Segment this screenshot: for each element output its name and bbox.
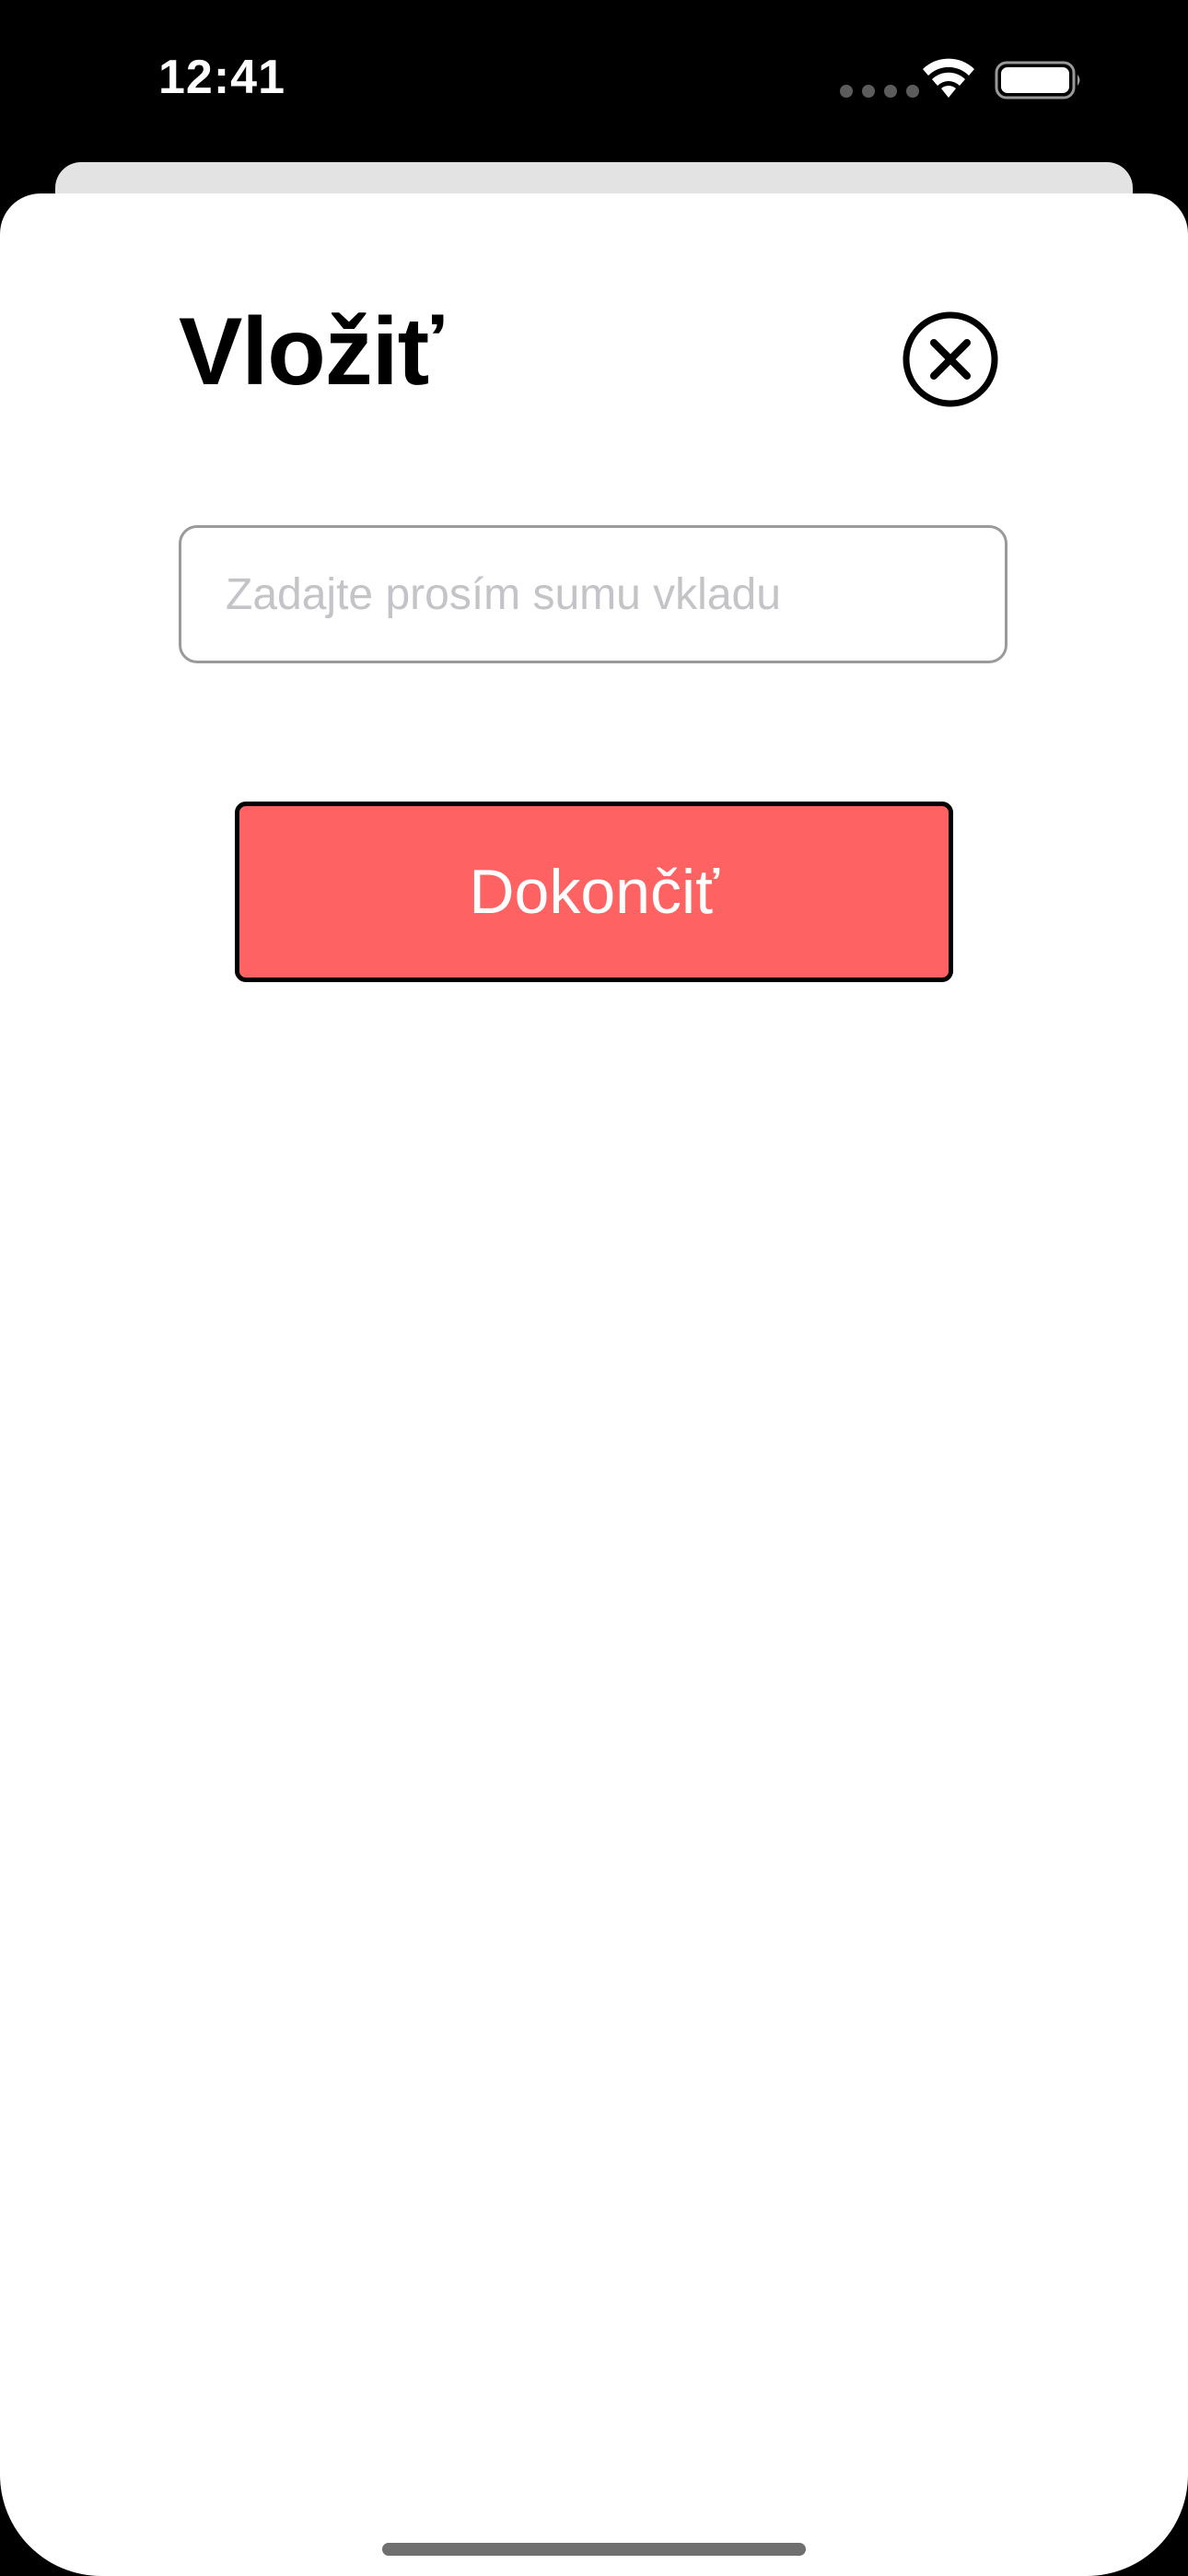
cellular-dots-icon xyxy=(840,85,919,98)
deposit-amount-input[interactable] xyxy=(179,525,1007,663)
deposit-sheet: Vložiť Dokončiť xyxy=(0,193,1188,2576)
done-button[interactable]: Dokončiť xyxy=(235,802,953,982)
battery-icon xyxy=(995,61,1080,100)
home-indicator[interactable] xyxy=(382,2543,806,2556)
status-time: 12:41 xyxy=(158,51,285,104)
close-circle-icon[interactable] xyxy=(903,311,998,407)
page-title: Vložiť xyxy=(179,299,443,405)
wifi-icon xyxy=(923,58,974,98)
status-bar: 12:41 xyxy=(0,0,1188,157)
